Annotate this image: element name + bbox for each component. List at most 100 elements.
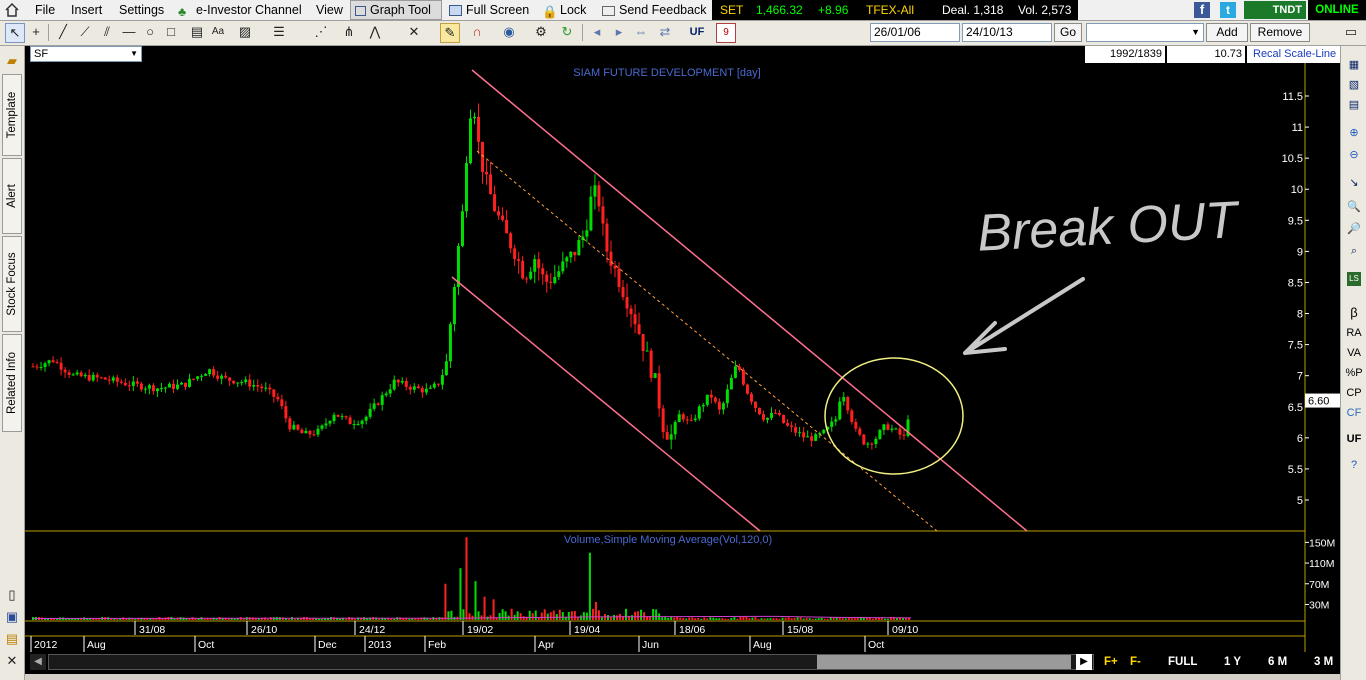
- symbol-input[interactable]: SF ▼: [30, 46, 142, 62]
- scroll-left-icon[interactable]: ◂: [588, 23, 606, 41]
- recal-scale-line[interactable]: Recal Scale-Line: [1247, 46, 1340, 63]
- candle-body: [689, 419, 693, 421]
- indicator-select[interactable]: ▼: [1086, 23, 1204, 42]
- chart-style-icon[interactable]: ▧: [1343, 76, 1365, 94]
- refresh-icon[interactable]: ↻: [558, 23, 576, 41]
- volume-bar: [886, 618, 889, 620]
- pointer-tool-icon[interactable]: ↖: [5, 23, 25, 43]
- scroll-right-arrow[interactable]: ▶: [1076, 654, 1092, 670]
- percent-p-button[interactable]: %P: [1343, 364, 1365, 382]
- tab-template[interactable]: Template: [2, 74, 22, 156]
- candle-body: [473, 116, 477, 119]
- tab-stock-focus[interactable]: Stock Focus: [2, 236, 22, 332]
- menu-file[interactable]: File: [35, 0, 55, 20]
- rectangle-tool-icon[interactable]: □: [162, 23, 180, 41]
- twitter-icon[interactable]: t: [1220, 2, 1236, 18]
- settings-icon[interactable]: ⚙: [532, 23, 550, 41]
- volume-bar: [552, 610, 555, 620]
- scroll-right-icon[interactable]: ▸: [610, 23, 628, 41]
- magnify-plus-icon[interactable]: 🔍: [1343, 198, 1365, 216]
- va-button[interactable]: VA: [1343, 344, 1365, 362]
- cf-button[interactable]: CF: [1343, 404, 1365, 422]
- period-3m-button[interactable]: 3 M: [1314, 653, 1333, 671]
- window-icon[interactable]: ▭: [1342, 23, 1360, 41]
- menu-full-screen[interactable]: Full Screen: [449, 0, 529, 20]
- go-button[interactable]: Go: [1054, 23, 1082, 42]
- open-icon[interactable]: ▤: [3, 630, 21, 648]
- beta-button[interactable]: β: [1343, 304, 1365, 322]
- zoom-tool-icon[interactable]: ◉: [500, 23, 518, 41]
- gann-tool-icon[interactable]: ⋰: [312, 23, 330, 41]
- crosshair-tool-icon[interactable]: +: [27, 23, 45, 41]
- period-back-button[interactable]: F-: [1130, 653, 1141, 671]
- eraser-tool-icon[interactable]: ▤: [188, 23, 206, 41]
- candle-body: [372, 403, 376, 409]
- cursor-icon[interactable]: ↘: [1343, 174, 1365, 192]
- pattern-tool-icon[interactable]: ⋀: [366, 23, 384, 41]
- save-icon[interactable]: ▣: [3, 608, 21, 626]
- magnify-icon[interactable]: ⌕: [1343, 242, 1365, 260]
- ray-tool-icon[interactable]: ⟋: [76, 23, 94, 41]
- pitchfork-tool-icon[interactable]: ⋔: [340, 23, 358, 41]
- facebook-icon[interactable]: f: [1194, 2, 1210, 18]
- period-full-button[interactable]: FULL: [1168, 653, 1197, 671]
- text-tool-icon[interactable]: Aa: [209, 23, 227, 41]
- pencil-tool-icon[interactable]: ✎: [440, 23, 460, 43]
- new-file-icon[interactable]: ▯: [3, 586, 21, 604]
- date-from-field[interactable]: 26/01/06: [870, 23, 960, 42]
- line-style-icon[interactable]: ☰: [270, 23, 288, 41]
- menu-e-investor-channel[interactable]: ♣ e-Investor Channel: [178, 0, 302, 20]
- fibonacci-tool-icon[interactable]: ▨: [236, 23, 254, 41]
- add-button[interactable]: Add: [1206, 23, 1248, 42]
- scroll-left-arrow[interactable]: ◀: [30, 654, 46, 670]
- horizontal-line-icon[interactable]: —: [120, 23, 138, 41]
- volume-bar: [597, 610, 600, 620]
- close-icon[interactable]: ✕: [3, 652, 21, 670]
- tndt-badge[interactable]: TNDT: [1244, 1, 1306, 19]
- date-to-field[interactable]: 24/10/13: [962, 23, 1052, 42]
- volume-bar: [724, 618, 727, 620]
- period-6m-button[interactable]: 6 M: [1268, 653, 1287, 671]
- circle-tool-icon[interactable]: ○: [141, 23, 159, 41]
- zoom-out-icon[interactable]: ⊖: [1343, 146, 1365, 164]
- price-chart[interactable]: Break OUT SIAM FUTURE DEVELOPMENT [day] 1…: [25, 63, 1340, 652]
- home-button[interactable]: [4, 0, 20, 20]
- candle-body: [292, 424, 296, 430]
- menu-send-feedback[interactable]: Send Feedback: [602, 0, 707, 20]
- grid-icon[interactable]: ▦: [1343, 56, 1365, 74]
- calendar-icon[interactable]: 9: [716, 23, 736, 43]
- folder-icon[interactable]: ▰: [3, 52, 21, 70]
- menu-settings[interactable]: Settings: [119, 0, 164, 20]
- ls-icon[interactable]: LS: [1347, 272, 1361, 286]
- menu-insert[interactable]: Insert: [71, 0, 102, 20]
- volume-series: [32, 537, 912, 620]
- uf-side-button[interactable]: UF: [1343, 430, 1365, 448]
- zoom-in-icon[interactable]: ⊕: [1343, 124, 1365, 142]
- remove-button[interactable]: Remove: [1250, 23, 1310, 42]
- parallel-tool-icon[interactable]: ⫽: [98, 23, 116, 41]
- scrollbar-thumb[interactable]: [817, 655, 1071, 669]
- magnet-tool-icon[interactable]: ∩: [468, 23, 486, 41]
- tab-related-info[interactable]: Related Info: [2, 334, 22, 432]
- expand-icon[interactable]: ⇔: [632, 23, 650, 41]
- menu-lock[interactable]: 🔒 Lock: [542, 0, 586, 20]
- tab-alert[interactable]: Alert: [2, 158, 22, 234]
- period-1y-button[interactable]: 1 Y: [1224, 653, 1241, 671]
- candle-body: [902, 434, 906, 436]
- delete-drawing-icon[interactable]: ✕: [405, 23, 423, 41]
- menu-graph-tool[interactable]: Graph Tool: [350, 0, 442, 20]
- candle-body: [577, 240, 581, 256]
- cp-button[interactable]: CP: [1343, 384, 1365, 402]
- layout-icon[interactable]: ▤: [1343, 96, 1365, 114]
- trendline-tool-icon[interactable]: ╱: [54, 23, 72, 41]
- ra-button[interactable]: RA: [1343, 324, 1365, 342]
- date-tick-label: 24/12: [359, 624, 385, 636]
- period-forward-button[interactable]: F+: [1104, 653, 1118, 671]
- help-icon[interactable]: ?: [1343, 456, 1365, 474]
- month-tick-label: 2012: [34, 639, 58, 651]
- compress-icon[interactable]: ⇄: [656, 23, 674, 41]
- candle-body: [625, 297, 629, 309]
- menu-view[interactable]: View: [316, 0, 343, 20]
- magnify-minus-icon[interactable]: 🔎: [1343, 220, 1365, 238]
- uf-button[interactable]: UF: [688, 23, 706, 41]
